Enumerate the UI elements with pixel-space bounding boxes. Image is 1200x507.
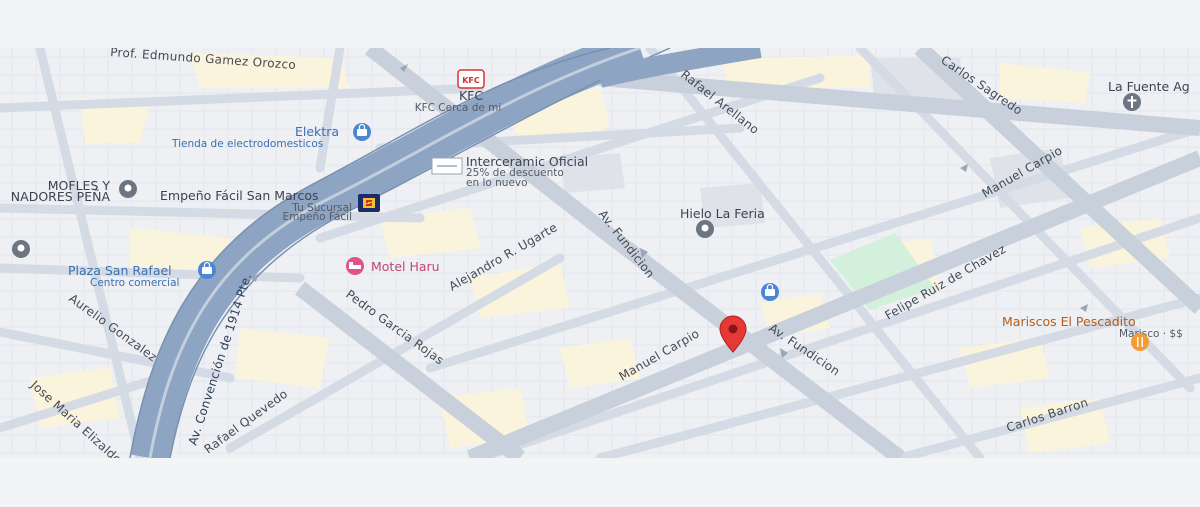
location-pin-icon[interactable] [12,240,30,258]
bed-icon [346,257,364,275]
store-logo-icon [358,194,380,212]
poi-motel-name: Motel Haru [371,259,440,274]
shopping-bag-icon[interactable] [761,283,779,301]
poi-mariscos-name: Mariscos El Pescadito [1002,314,1136,329]
map-canvas: Prof. Edmundo Gamez Orozco Rafael Arella… [0,48,1200,458]
location-pin-icon [696,220,714,238]
cross-icon [1123,93,1141,111]
poi-elektra-name: Elektra [295,124,339,139]
poi-mofles-name2: NADORES PEÑA [11,189,111,204]
poi-kfc-name: KFC [459,88,483,103]
poi-empeno-sub2: Empeño Fácil [282,211,352,223]
poi-mariscos-sub: Marisco · $$ [1119,328,1183,340]
svg-text:KFC: KFC [462,76,480,85]
map-view[interactable]: Prof. Edmundo Gamez Orozco Rafael Arella… [0,48,1200,458]
poi-elektra-sub: Tienda de electrodomesticos [171,138,323,150]
restaurant-icon [1131,333,1149,351]
poi-interceramic-sub2: en lo nuevo [466,177,528,189]
poi-plaza-name: Plaza San Rafael [68,263,172,278]
poi-empeno-name: Empeño Fácil San Marcos [160,188,319,203]
location-pin-icon [119,180,137,198]
poi-kfc-sub: KFC Cerca de mi [415,102,502,114]
shopping-bag-icon [198,261,216,279]
poi-hielo-name: Hielo La Feria [680,206,765,221]
poi-la-fuente-name: La Fuente Ag [1108,79,1190,94]
poi-plaza-sub: Centro comercial [90,277,179,289]
poi-motel-haru[interactable]: Motel Haru [346,257,440,275]
shopping-bag-icon [353,123,371,141]
